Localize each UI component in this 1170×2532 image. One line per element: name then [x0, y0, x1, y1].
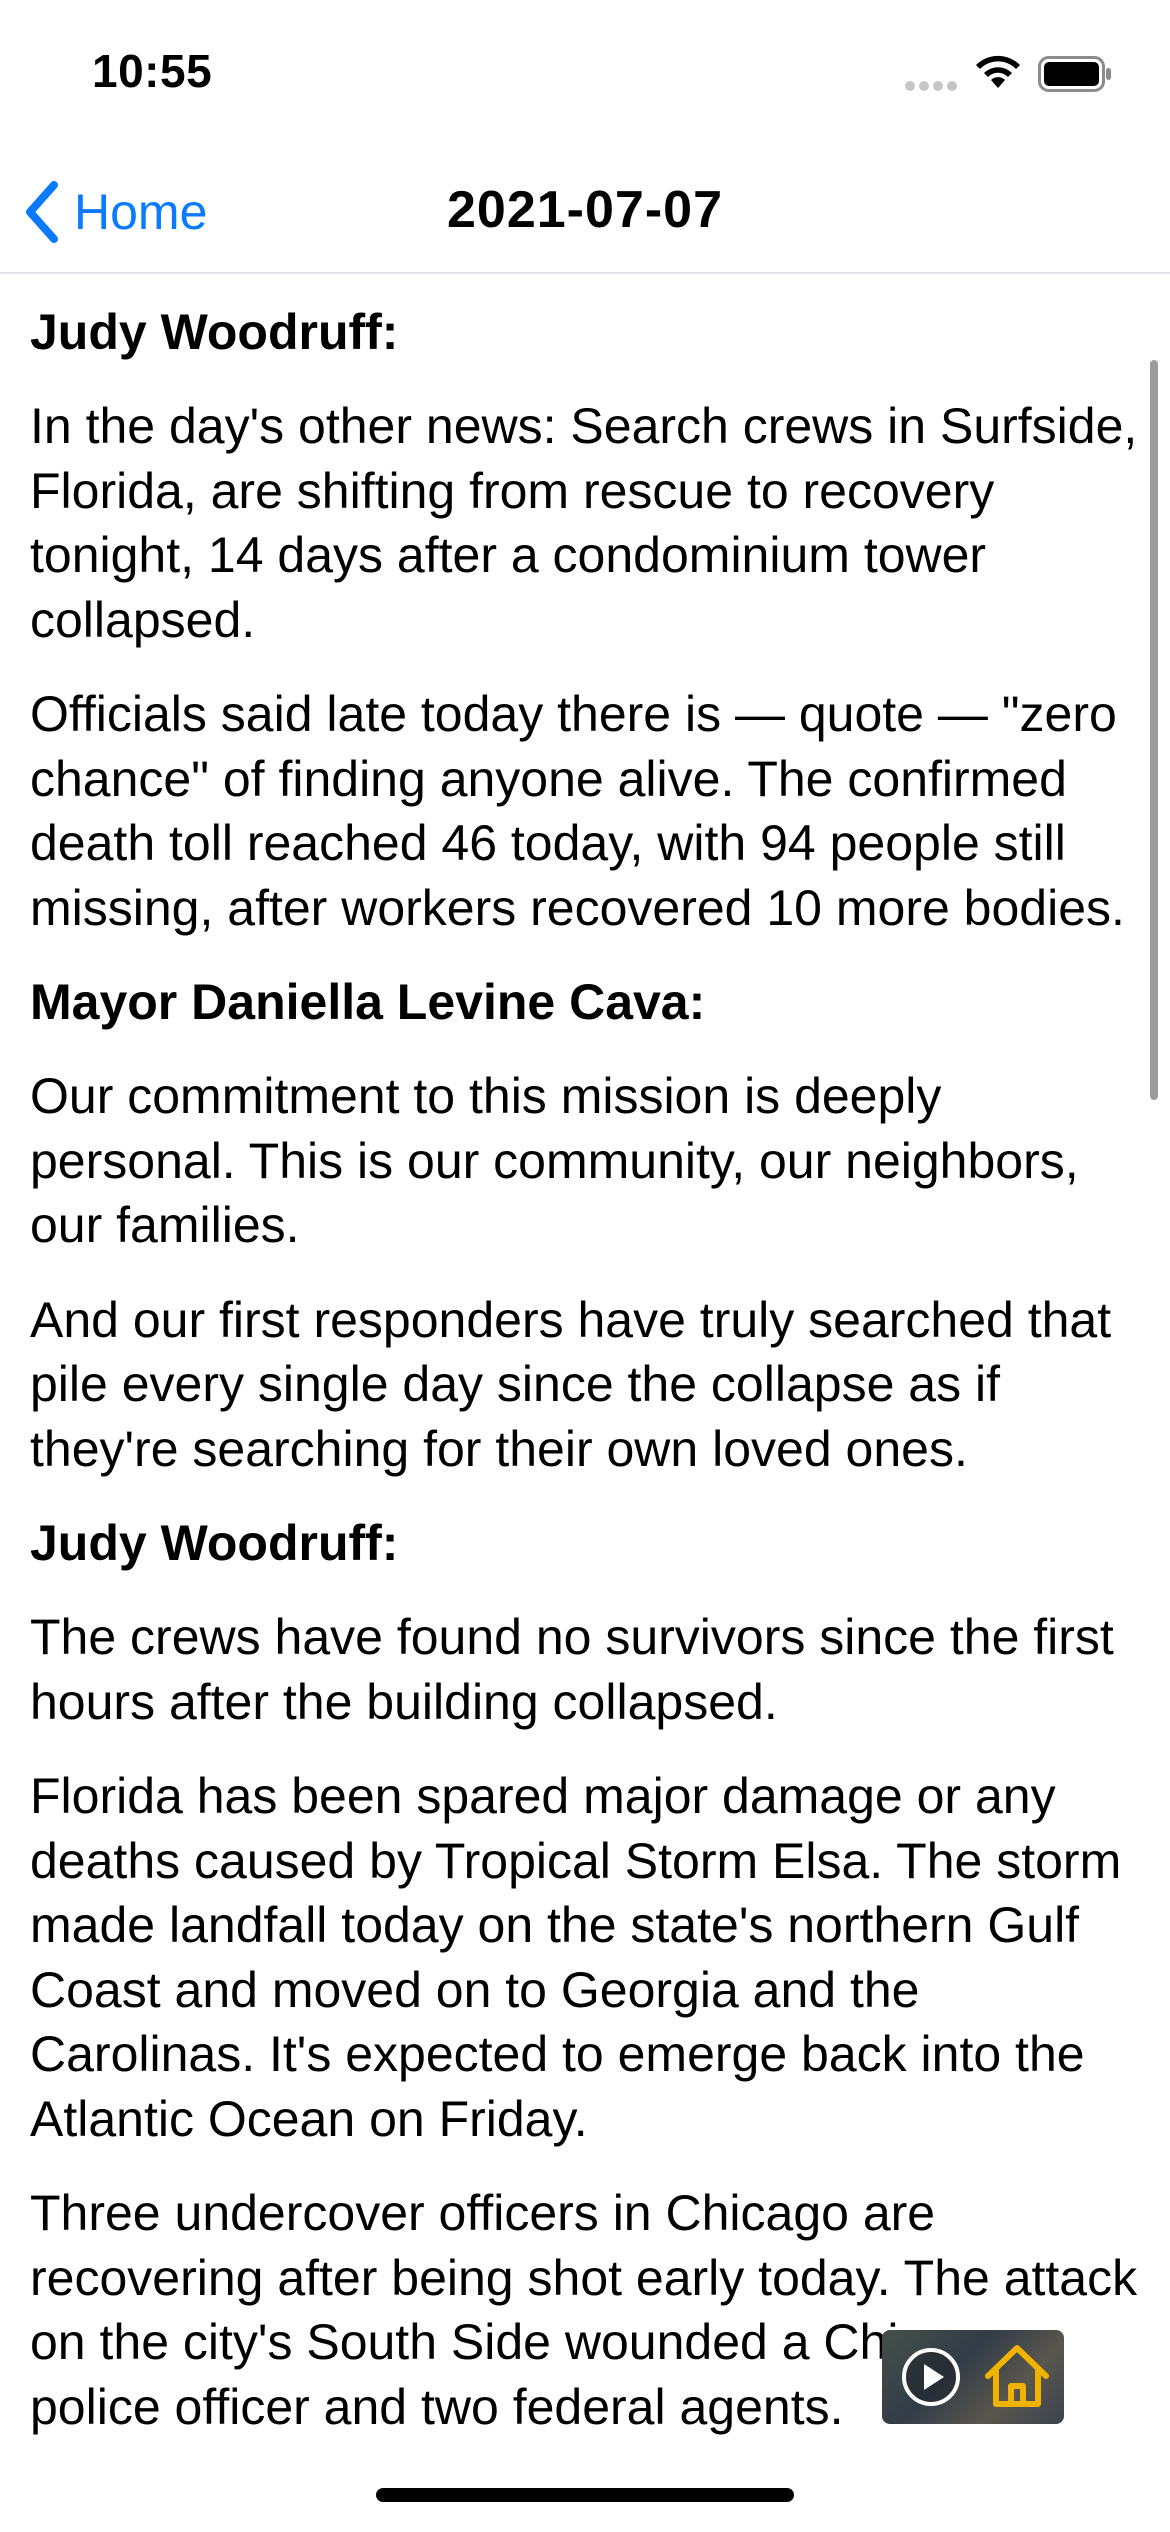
signal-dots-icon [905, 81, 957, 91]
play-icon[interactable] [900, 2346, 962, 2408]
chevron-left-icon [26, 181, 58, 243]
speaker-name: Mayor Daniella Levine Cava: [30, 974, 706, 1030]
transcript-paragraph: Florida has been spared major damage or … [30, 1768, 1122, 2147]
status-bar: 10:55 [0, 0, 1170, 150]
scroll-indicator[interactable] [1150, 360, 1158, 1100]
app-screen: 10:55 2021-07-07 Home Judy Woodruff: In … [0, 0, 1170, 2532]
home-icon[interactable] [982, 2340, 1052, 2412]
mini-player[interactable] [882, 2330, 1064, 2424]
status-time: 10:55 [92, 45, 213, 97]
speaker-name: Judy Woodruff: [30, 1515, 399, 1571]
transcript-paragraph: Our commitment to this mission is deeply… [30, 1068, 1079, 1253]
home-indicator[interactable] [376, 2488, 794, 2502]
transcript-content: Judy Woodruff: In the day's other news: … [30, 300, 1150, 2469]
navigation-bar: 2021-07-07 Home [0, 150, 1170, 274]
transcript-paragraph: Officials said late today there is — quo… [30, 686, 1125, 936]
transcript-paragraph: And our first responders have truly sear… [30, 1291, 1112, 1477]
speaker-name: Judy Woodruff: [30, 304, 399, 360]
back-button[interactable]: Home [20, 174, 207, 250]
battery-icon [1038, 56, 1111, 92]
transcript-paragraph: The crews have found no survivors since … [30, 1609, 1114, 1730]
back-button-label: Home [74, 184, 208, 240]
wifi-icon [976, 55, 1020, 88]
transcript-paragraph: In the day's other news: Search crews in… [30, 398, 1138, 648]
